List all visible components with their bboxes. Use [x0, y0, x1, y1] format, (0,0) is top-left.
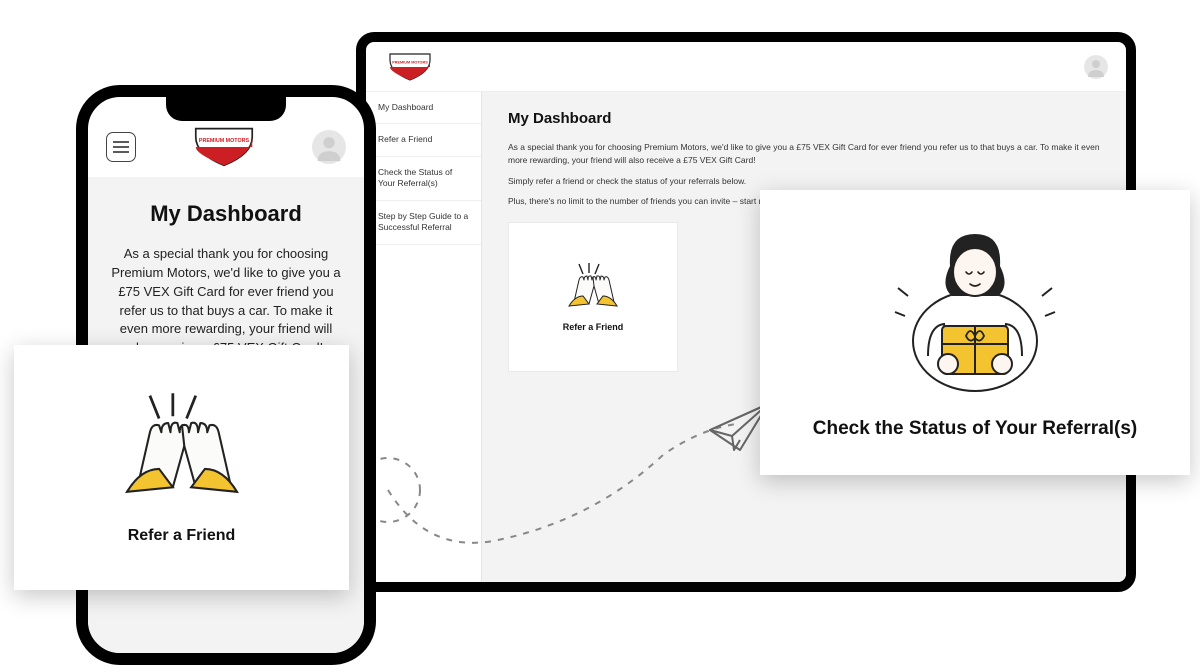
status-card-label: Check the Status of Your Referral(s) [813, 418, 1137, 440]
intro-p1: As a special thank you for choosing Prem… [508, 141, 1100, 167]
brand-logo-mobile[interactable]: PREMIUM MOTORS [185, 123, 263, 171]
svg-text:PREMIUM MOTORS: PREMIUM MOTORS [199, 138, 250, 144]
person-with-gift-icon [870, 226, 1080, 396]
sidebar-item-dashboard[interactable]: My Dashboard [366, 92, 481, 124]
hamburger-button[interactable] [106, 132, 136, 162]
sidebar: My Dashboard Refer a Friend Check the St… [366, 92, 482, 582]
tablet-header: PREMIUM MOTORS [366, 42, 1126, 92]
svg-text:PREMIUM MOTORS: PREMIUM MOTORS [392, 60, 428, 64]
intro-p2: Simply refer a friend or check the statu… [508, 175, 1100, 188]
sidebar-item-guide[interactable]: Step by Step Guide to a Successful Refer… [366, 201, 481, 245]
phone-page-title: My Dashboard [110, 201, 342, 227]
brand-logo[interactable]: PREMIUM MOTORS [384, 50, 436, 84]
avatar-icon[interactable] [1084, 55, 1108, 79]
avatar-icon[interactable] [312, 130, 346, 164]
sidebar-item-status[interactable]: Check the Status of Your Referral(s) [366, 157, 481, 201]
card-refer-label: Refer a Friend [563, 322, 624, 332]
enlarged-card-status[interactable]: Check the Status of Your Referral(s) [760, 190, 1190, 475]
refer-card-label: Refer a Friend [128, 527, 236, 545]
page-title: My Dashboard [508, 110, 1100, 127]
card-refer-friend[interactable]: Refer a Friend [508, 222, 678, 372]
phone-intro: As a special thank you for choosing Prem… [110, 245, 342, 358]
high-five-icon [117, 391, 247, 501]
enlarged-card-refer[interactable]: Refer a Friend [14, 345, 349, 590]
high-five-icon [565, 262, 621, 310]
sidebar-item-refer[interactable]: Refer a Friend [366, 124, 481, 156]
